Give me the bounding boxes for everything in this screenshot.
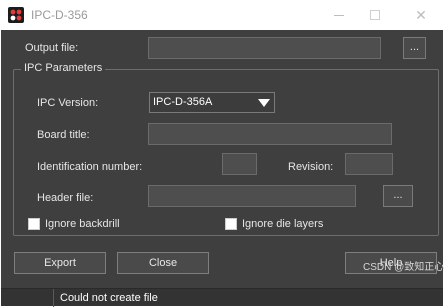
watermark-text: CSDN @致知正心 xyxy=(363,262,445,273)
close-icon: ✕ xyxy=(415,7,427,23)
minimize-button[interactable] xyxy=(328,5,350,25)
status-message: Could not create file xyxy=(60,292,158,304)
ipc-parameters-title: IPC Parameters xyxy=(21,62,106,74)
status-bar: Could not create file xyxy=(1,288,443,307)
maximize-icon xyxy=(370,10,380,20)
close-button[interactable]: Close xyxy=(117,252,209,274)
output-file-label: Output file: xyxy=(25,42,79,54)
minimize-icon xyxy=(334,15,344,16)
revision-field[interactable] xyxy=(345,153,393,175)
status-separator xyxy=(53,289,54,307)
identification-number-label: Identification number: xyxy=(37,161,143,173)
output-file-field[interactable] xyxy=(148,37,381,59)
ignore-die-layers-label: Ignore die layers xyxy=(242,218,324,230)
output-browse-button[interactable]: ... xyxy=(403,37,426,59)
close-window-button[interactable]: ✕ xyxy=(410,5,432,25)
header-file-label: Header file: xyxy=(37,192,94,204)
export-button[interactable]: Export xyxy=(14,252,106,274)
window-title: IPC-D-356 xyxy=(31,8,88,22)
ipc-version-label: IPC Version: xyxy=(37,97,99,109)
identification-number-field[interactable] xyxy=(222,153,257,175)
ipc-version-value: IPC-D-356A xyxy=(153,96,213,108)
board-title-label: Board title: xyxy=(37,129,90,141)
header-browse-button[interactable]: ... xyxy=(383,185,413,207)
app-logo-icon xyxy=(8,7,24,23)
revision-label: Revision: xyxy=(288,161,334,173)
header-file-field[interactable] xyxy=(148,185,356,207)
ignore-backdrill-label: Ignore backdrill xyxy=(45,218,120,230)
board-title-field[interactable] xyxy=(148,123,392,145)
ignore-backdrill-checkbox[interactable] xyxy=(28,218,40,230)
ignore-die-layers-checkbox[interactable] xyxy=(225,218,237,230)
chevron-down-icon xyxy=(258,99,270,107)
maximize-button[interactable] xyxy=(364,5,386,25)
title-bar: IPC-D-356 ✕ xyxy=(0,0,445,30)
ipc-version-select[interactable]: IPC-D-356A xyxy=(149,92,275,113)
